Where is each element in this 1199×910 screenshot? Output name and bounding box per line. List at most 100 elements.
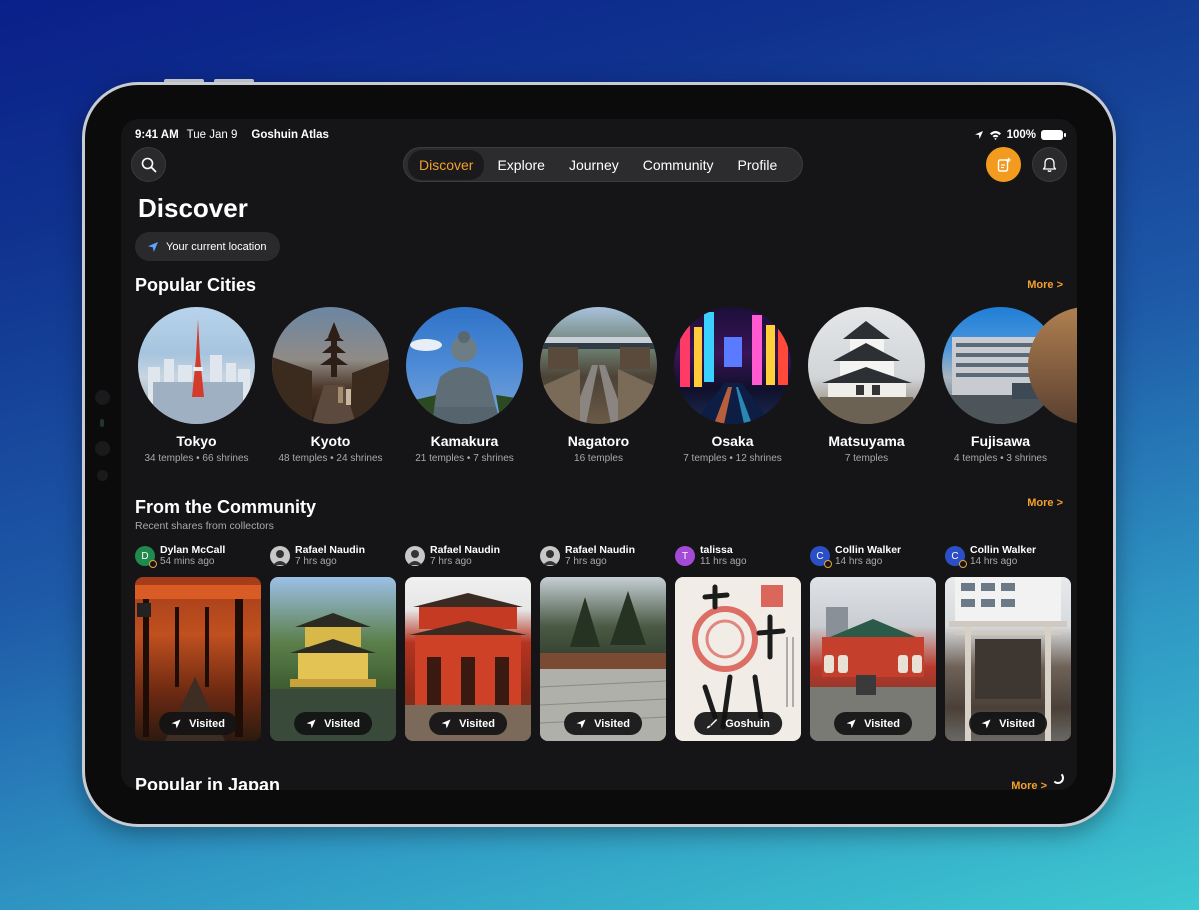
post-time: 11 hrs ago (700, 556, 747, 567)
current-location-button[interactable]: Your current location (135, 232, 280, 261)
sensor (97, 470, 108, 481)
city-photo-tokyo (138, 307, 255, 424)
sensor (100, 419, 104, 427)
tab-profile[interactable]: Profile (727, 150, 789, 180)
avatar: C (945, 546, 967, 568)
search-button[interactable] (131, 147, 166, 182)
city-name: Matsuyama (828, 433, 905, 449)
post-meta: Rafael Naudin 7 hrs ago (565, 544, 635, 568)
post-header: T talissa 11 hrs ago (675, 543, 801, 569)
sensor (95, 390, 110, 405)
location-arrow-icon (974, 131, 983, 139)
city-card-partial[interactable] (1027, 307, 1077, 464)
city-card-matsuyama[interactable]: Matsuyama 7 temples (808, 307, 925, 464)
city-stats: 16 temples (574, 453, 623, 464)
community-posts: D Dylan McCall 54 mins ago Visited Rafae… (135, 543, 1071, 741)
post-time: 14 hrs ago (835, 556, 883, 567)
location-arrow-icon (846, 719, 856, 728)
app-screen: 9:41 AM Tue Jan 9 Goshuin Atlas 100% Dis… (121, 119, 1077, 790)
visited-badge: Visited (429, 712, 507, 735)
goshuin-stamp-photo: Goshuin (675, 577, 801, 741)
community-subtitle: Recent shares from collectors (135, 520, 274, 532)
community-post[interactable]: Rafael Naudin 7 hrs ago Visited (405, 543, 531, 741)
community-post[interactable]: Rafael Naudin 7 hrs ago Visited (270, 543, 396, 741)
section-title-community: From the Community (135, 497, 317, 517)
avatar: C (810, 546, 832, 568)
location-arrow-icon (148, 241, 158, 252)
avatar: D (135, 546, 157, 568)
community-post[interactable]: C Collin Walker 14 hrs ago Visited (945, 543, 1071, 741)
community-post[interactable]: T talissa 11 hrs ago Goshuin (675, 543, 801, 741)
page-title: Discover (138, 193, 248, 223)
post-photo: Visited (945, 577, 1071, 741)
city-stats: 34 temples • 66 shrines (144, 453, 249, 464)
bell-icon (1042, 157, 1057, 172)
battery-icon (1041, 130, 1066, 140)
badge-ring-icon (959, 560, 967, 568)
ipad-device: 9:41 AM Tue Jan 9 Goshuin Atlas 100% Dis… (82, 82, 1116, 827)
post-time: 7 hrs ago (565, 556, 607, 567)
city-stats: 7 temples • 12 shrines (683, 453, 782, 464)
city-card-tokyo[interactable]: Tokyo 34 temples • 66 shrines (138, 307, 255, 464)
visited-badge: Visited (834, 712, 912, 735)
tab-explore[interactable]: Explore (486, 150, 555, 180)
city-stats: 4 temples • 3 shrines (954, 453, 1047, 464)
sensor (95, 441, 110, 456)
search-icon (141, 157, 156, 172)
city-card-kyoto[interactable]: Kyoto 48 temples • 24 shrines (272, 307, 389, 464)
badge-ring-icon (824, 560, 832, 568)
side-sensors (95, 390, 110, 481)
post-time: 14 hrs ago (970, 556, 1018, 567)
post-header: Rafael Naudin 7 hrs ago (540, 543, 666, 569)
city-name: Tokyo (176, 433, 217, 449)
wifi-icon (989, 131, 1001, 140)
tab-community[interactable]: Community (632, 150, 725, 180)
community-post[interactable]: D Dylan McCall 54 mins ago Visited (135, 543, 261, 741)
post-meta: talissa 11 hrs ago (700, 544, 747, 568)
post-username: talissa (700, 544, 733, 556)
status-app-name: Goshuin Atlas (251, 129, 329, 141)
add-goshuin-button[interactable] (986, 147, 1021, 182)
post-header: C Collin Walker 14 hrs ago (945, 543, 1071, 569)
tab-journey[interactable]: Journey (558, 150, 630, 180)
status-time: 9:41 AM (135, 129, 179, 141)
post-photo: Visited (270, 577, 396, 741)
battery-percent: 100% (1006, 129, 1036, 141)
avatar (540, 546, 560, 566)
city-photo-matsuyama (808, 307, 925, 424)
main-tab-bar: Discover Explore Journey Community Profi… (403, 147, 803, 182)
post-username: Collin Walker (970, 544, 1037, 556)
city-photo-osaka (674, 307, 791, 424)
notifications-button[interactable] (1032, 147, 1067, 182)
post-header: C Collin Walker 14 hrs ago (810, 543, 936, 569)
city-card-kamakura[interactable]: Kamakura 21 temples • 7 shrines (406, 307, 523, 464)
post-meta: Collin Walker 14 hrs ago (970, 544, 1036, 568)
status-right: 100% (974, 129, 1066, 141)
post-username: Rafael Naudin (430, 544, 501, 556)
city-name: Osaka (711, 433, 754, 449)
community-post[interactable]: Rafael Naudin 7 hrs ago Visited (540, 543, 666, 741)
post-time: 7 hrs ago (295, 556, 337, 567)
city-photo-kamakura (406, 307, 523, 424)
city-name: Nagatoro (567, 433, 630, 449)
location-arrow-icon (171, 719, 181, 728)
city-stats: 21 temples • 7 shrines (415, 453, 514, 464)
section-title-popular-cities: Popular Cities (135, 275, 257, 295)
community-post[interactable]: C Collin Walker 14 hrs ago Visited (810, 543, 936, 741)
tab-discover[interactable]: Discover (408, 149, 485, 180)
post-username: Dylan McCall (160, 544, 226, 556)
popular-cities-more-link[interactable]: More > (1027, 279, 1063, 291)
visited-badge: Visited (969, 712, 1047, 735)
city-card-nagatoro[interactable]: Nagatoro 16 temples (540, 307, 657, 464)
status-date: Tue Jan 9 (186, 129, 238, 141)
location-arrow-icon (981, 719, 991, 728)
community-more-link[interactable]: More > (1027, 497, 1063, 509)
popular-japan-more-link[interactable]: More > (1011, 780, 1047, 790)
ipad-bezel: 9:41 AM Tue Jan 9 Goshuin Atlas 100% Dis… (85, 85, 1113, 824)
visited-badge: Visited (564, 712, 642, 735)
location-arrow-icon (441, 719, 451, 728)
city-name: Fujisawa (970, 433, 1031, 449)
city-card-osaka[interactable]: Osaka 7 temples • 12 shrines (674, 307, 791, 464)
post-meta: Dylan McCall 54 mins ago (160, 544, 225, 568)
add-note-icon (997, 157, 1011, 172)
